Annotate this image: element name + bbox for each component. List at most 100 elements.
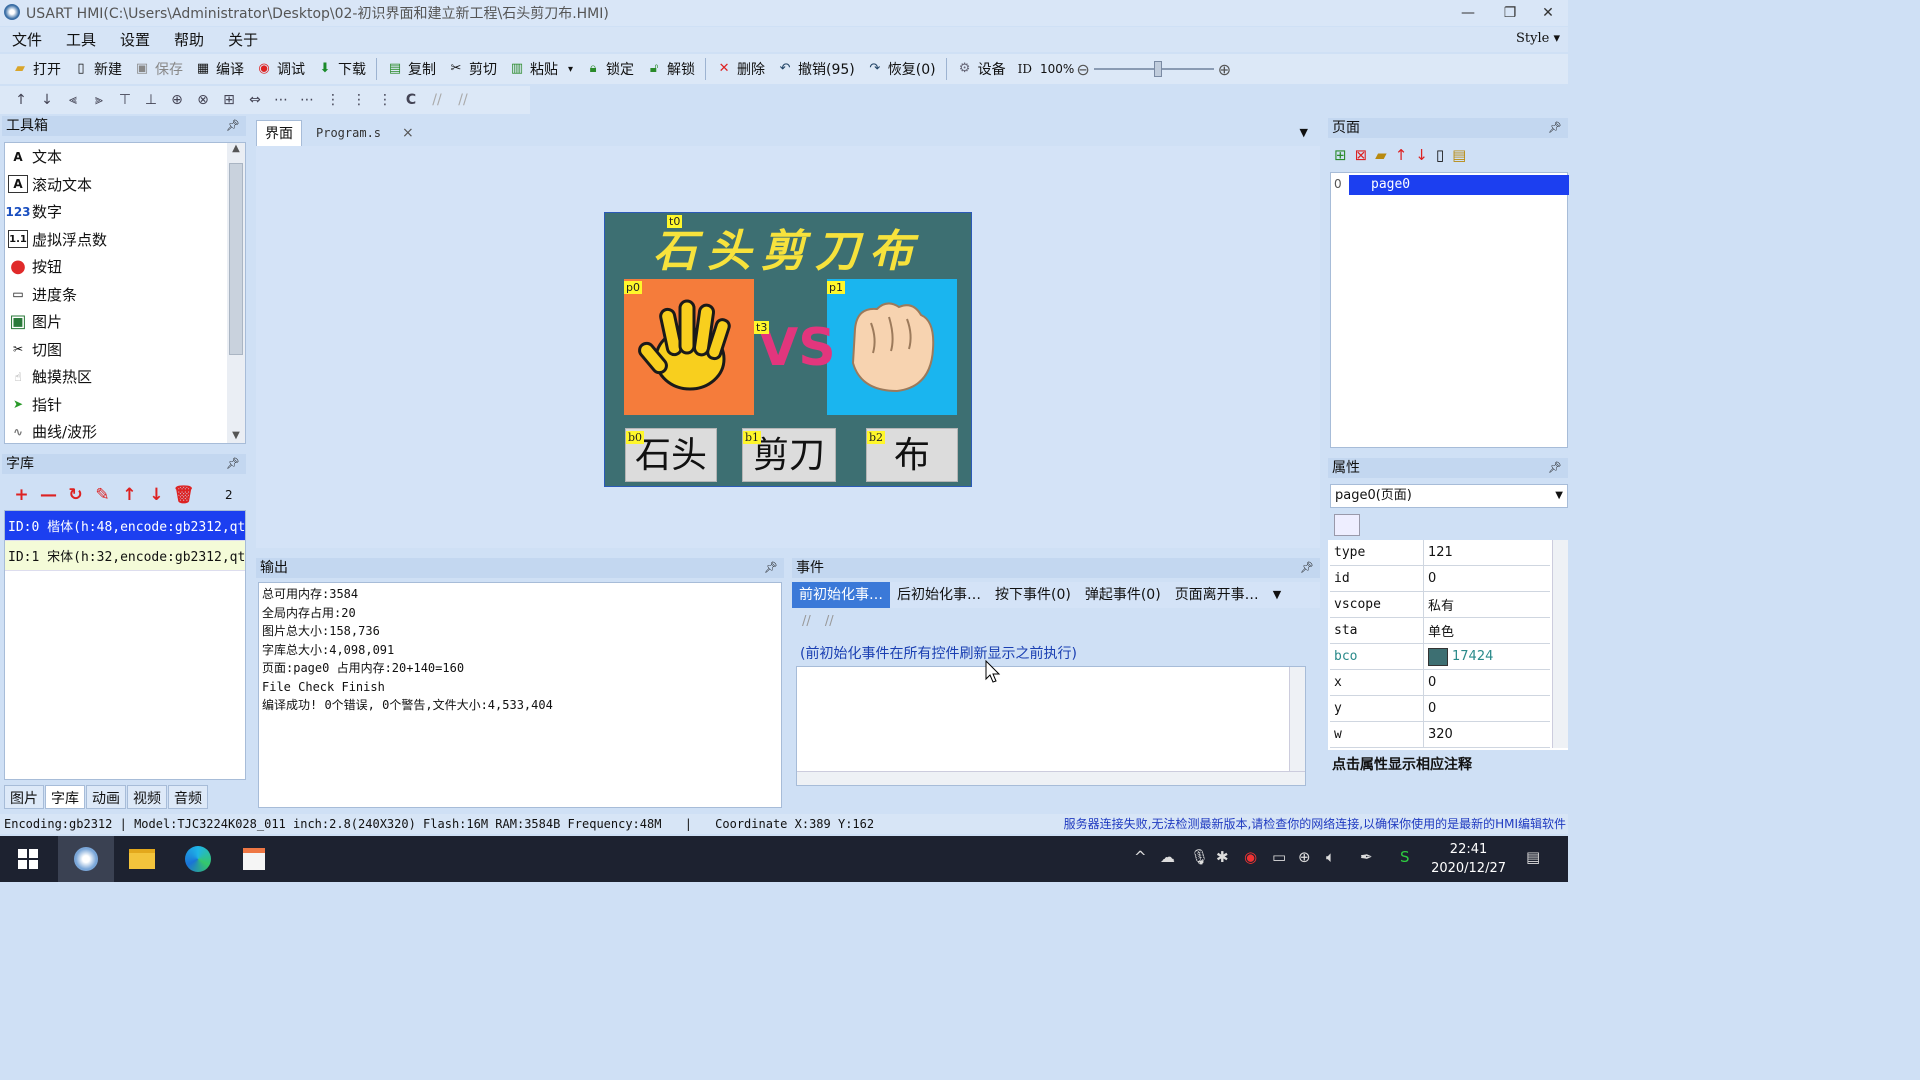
editor-vscrollbar[interactable]: [1289, 667, 1305, 785]
editor-hscrollbar[interactable]: [797, 771, 1305, 785]
maximize-button[interactable]: ❐: [1490, 2, 1530, 24]
tab-page-exit-event[interactable]: 页面离开事…: [1168, 582, 1266, 608]
p0-picture[interactable]: p0: [624, 279, 754, 415]
microphone-icon[interactable]: 🎙︎: [1190, 848, 1209, 866]
taskbar-explorer[interactable]: [114, 836, 170, 882]
taskbar-edge[interactable]: [170, 836, 226, 882]
move-up-icon[interactable]: ↑: [8, 92, 34, 108]
prop-row-id[interactable]: id 0: [1330, 566, 1550, 592]
tab-interface[interactable]: 界面: [256, 120, 302, 146]
open-button[interactable]: ▰ 打开: [6, 56, 67, 82]
new-button[interactable]: ▯ 新建: [67, 56, 128, 82]
vspace-icon[interactable]: ⋮: [320, 92, 346, 108]
comment-icon[interactable]: //: [802, 614, 811, 629]
trash-icon[interactable]: 🗑︎: [170, 485, 197, 505]
align-vcenter-icon[interactable]: ⊗: [190, 92, 216, 108]
tab-preinit-event[interactable]: 前初始化事…: [792, 582, 890, 608]
hmi-title-text[interactable]: 石头剪刀布: [605, 215, 971, 279]
tray-chevron-up-icon[interactable]: ^: [1134, 848, 1147, 866]
align-hcenter-icon[interactable]: ⊕: [164, 92, 190, 108]
menu-about[interactable]: 关于: [216, 29, 270, 50]
move-down-icon[interactable]: ↓: [34, 92, 60, 108]
pin-icon[interactable]: 📌︎: [1548, 118, 1562, 138]
zoom-slider-thumb[interactable]: [1153, 61, 1162, 77]
prop-row-sta[interactable]: sta 单色: [1330, 618, 1550, 644]
tab-pictures[interactable]: 图片: [4, 785, 44, 809]
chevron-down-icon[interactable]: ▼: [1555, 485, 1563, 507]
b0-button[interactable]: b0 石头: [625, 428, 717, 482]
font-row-selected[interactable]: ID:0 楷体(h:48,encode:gb2312,qty:: [5, 511, 245, 541]
undo-button[interactable]: ↶ 撤销(95): [771, 56, 861, 82]
grid-icon[interactable]: ⊞: [216, 92, 242, 108]
close-button[interactable]: ✕: [1528, 2, 1568, 24]
vspace2-icon[interactable]: ⋮: [346, 92, 372, 108]
start-button[interactable]: [0, 836, 56, 882]
vspace3-icon[interactable]: ⋮: [372, 92, 398, 108]
prop-row-bco[interactable]: bco 17424: [1330, 644, 1550, 670]
id-button[interactable]: ID: [1012, 56, 1038, 82]
vs-text[interactable]: VS: [758, 318, 836, 378]
remove-icon[interactable]: —: [35, 485, 62, 505]
comment-icon[interactable]: //: [424, 92, 450, 108]
align-right-icon[interactable]: ⫸: [86, 92, 112, 108]
network-icon[interactable]: ⊕: [1298, 848, 1311, 866]
tab-press-event[interactable]: 按下事件(0): [988, 582, 1078, 608]
uncomment-icon[interactable]: //: [450, 92, 476, 108]
prop-row-vscope[interactable]: vscope 私有: [1330, 592, 1550, 618]
scroll-down-icon[interactable]: ▼: [227, 430, 245, 441]
export-page-icon[interactable]: ▤: [1452, 146, 1466, 164]
ime-icon[interactable]: S: [1400, 848, 1410, 866]
save-button[interactable]: ▣ 保存: [128, 56, 189, 82]
hspace-icon[interactable]: ⋯: [268, 92, 294, 108]
object-selector[interactable]: page0(页面) ▼: [1330, 484, 1568, 508]
refresh-icon[interactable]: ↻: [62, 485, 89, 505]
toolbox-scrollbar[interactable]: ▲ ▼: [227, 143, 245, 443]
tab-postinit-event[interactable]: 后初始化事…: [890, 582, 988, 608]
hspace2-icon[interactable]: ⋯: [294, 92, 320, 108]
same-width-icon[interactable]: ⇔: [242, 92, 268, 108]
pin-icon[interactable]: 📌︎: [226, 454, 240, 474]
event-code-editor[interactable]: [796, 666, 1306, 786]
menu-file[interactable]: 文件: [0, 29, 54, 50]
tool-text[interactable]: A 文本: [5, 143, 245, 171]
add-page-icon[interactable]: ⊞: [1334, 146, 1347, 164]
p1-picture[interactable]: p1: [827, 279, 957, 415]
move-down-icon[interactable]: ↓: [143, 485, 170, 505]
menu-settings[interactable]: 设置: [108, 29, 162, 50]
taskbar-usart-hmi[interactable]: [58, 836, 114, 882]
prop-row-y[interactable]: y0: [1330, 696, 1550, 722]
tool-number[interactable]: 123 数字: [5, 198, 245, 226]
tab-fonts[interactable]: 字库: [45, 785, 85, 809]
props-scrollbar[interactable]: [1552, 540, 1568, 748]
copy-page-icon[interactable]: ▯: [1436, 146, 1444, 164]
tool-progress[interactable]: ▭ 进度条: [5, 281, 245, 309]
pin-icon[interactable]: 📌︎: [1548, 458, 1562, 478]
categorize-icon[interactable]: [1334, 514, 1360, 536]
font-row[interactable]: ID:1 宋体(h:32,encode:gb2312,qty:: [5, 541, 245, 571]
b1-button[interactable]: b1 剪刀: [742, 428, 836, 482]
tool-scroll-text[interactable]: A 滚动文本: [5, 171, 245, 199]
b2-button[interactable]: b2 布: [866, 428, 958, 482]
tool-pointer[interactable]: ➤ 指针: [5, 391, 245, 419]
compile-button[interactable]: ▦ 编译: [189, 56, 250, 82]
debug-button[interactable]: ◉ 调试: [250, 56, 311, 82]
tray-app-icon[interactable]: ✱: [1216, 848, 1229, 866]
pin-icon[interactable]: 📌︎: [764, 558, 778, 578]
delete-button[interactable]: ✕ 删除: [710, 56, 771, 82]
prop-row-type[interactable]: type 121: [1330, 540, 1550, 566]
cut-button[interactable]: ✂ 剪切: [442, 56, 503, 82]
chevron-down-icon[interactable]: ▾: [568, 64, 573, 75]
tool-picture[interactable]: ▣ 图片: [5, 308, 245, 336]
tool-float[interactable]: 1.1 虚拟浮点数: [5, 226, 245, 254]
chevron-down-icon[interactable]: ▼: [1266, 582, 1288, 608]
close-tab-icon[interactable]: ×: [394, 120, 422, 146]
tab-animation[interactable]: 动画: [86, 785, 126, 809]
tool-waveform[interactable]: ∿ 曲线/波形: [5, 418, 245, 446]
code-icon[interactable]: C: [398, 92, 424, 108]
tool-button[interactable]: ● 按钮: [5, 253, 245, 281]
delete-page-icon[interactable]: ⊠: [1355, 146, 1368, 164]
tool-crop[interactable]: ✂ 切图: [5, 336, 245, 364]
edit-icon[interactable]: ✎: [89, 485, 116, 505]
zoom-in-icon[interactable]: ⊕: [1218, 60, 1231, 79]
align-left-icon[interactable]: ⫷: [60, 92, 86, 108]
